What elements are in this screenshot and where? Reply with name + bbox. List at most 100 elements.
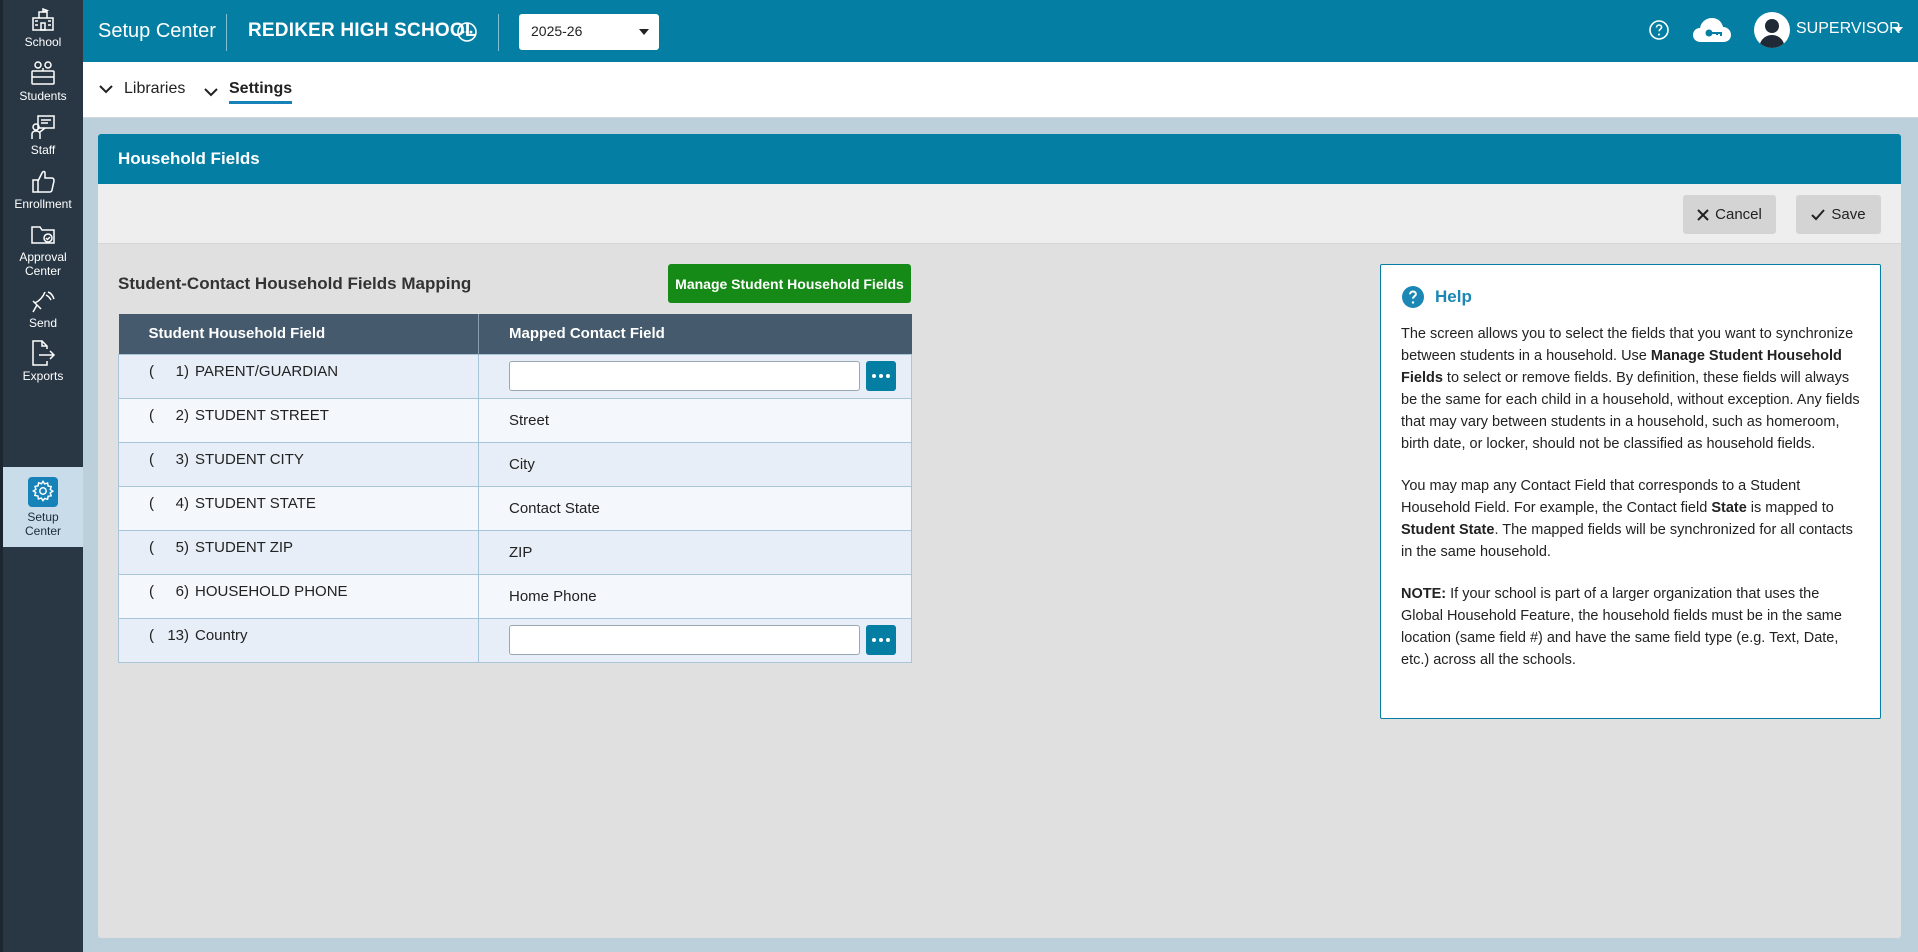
nav-label: Exports [22, 369, 64, 383]
help-paragraph-3: NOTE: If your school is part of a larger… [1401, 583, 1860, 671]
mapped-field-cell: Street [478, 397, 912, 443]
mapped-field-value: Home Phone [509, 587, 597, 605]
help-title: Help [1401, 285, 1860, 309]
field-name: PARENT/GUARDIAN [195, 362, 339, 380]
tab-settings[interactable]: Settings [203, 80, 293, 104]
nav-send[interactable]: Send [3, 287, 83, 330]
student-field-cell: (6) HOUSEHOLD PHONE [118, 573, 479, 619]
field-name: HOUSEHOLD PHONE [195, 582, 348, 600]
nav-label-line2: Center [24, 264, 62, 278]
household-fields-panel: Household Fields Cancel Save Student-Con… [98, 134, 1901, 938]
school-icon [32, 8, 54, 31]
field-number: 5) [175, 538, 189, 556]
field-number: 3) [175, 450, 189, 468]
mapped-field-value: Street [509, 411, 550, 429]
divider [226, 14, 227, 51]
nav-label-line2: Center [24, 524, 62, 538]
mapped-field-input[interactable] [509, 625, 860, 655]
field-paren: ( [149, 450, 154, 468]
tab-label: Libraries [124, 80, 186, 97]
student-field-cell: (13) Country [118, 617, 479, 663]
table-row: (13) Country [118, 617, 912, 663]
exports-icon [32, 340, 56, 366]
school-name[interactable]: REDIKER HIGH SCHOOL [248, 20, 477, 42]
mapped-field-input-group [509, 361, 911, 391]
table-row: (1) PARENT/GUARDIAN [118, 353, 912, 399]
lookup-button[interactable] [866, 625, 896, 655]
user-menu[interactable]: SUPERVISOR [1796, 20, 1901, 38]
nav-label: Enrollment [14, 197, 72, 211]
question-icon [1402, 286, 1424, 308]
nav-setup-center[interactable]: Setup Center [3, 467, 83, 547]
manage-household-fields-button[interactable]: Manage Student Household Fields [668, 264, 911, 303]
check-icon [1811, 208, 1826, 220]
help-icon[interactable] [1648, 19, 1670, 46]
field-number: 2) [175, 406, 189, 424]
help-text: is mapped to [1746, 500, 1834, 516]
caret-down-icon[interactable] [1893, 27, 1903, 33]
ellipsis-icon [872, 638, 890, 642]
field-name: STUDENT ZIP [195, 538, 294, 556]
nav-label: Students [19, 89, 67, 103]
table-row: (6) HOUSEHOLD PHONE Home Phone [118, 573, 912, 619]
toolbar: Cancel Save [98, 184, 1901, 244]
help-paragraph-1: The screen allows you to select the fiel… [1401, 323, 1860, 455]
nav-enrollment[interactable]: Enrollment [3, 168, 83, 211]
mapped-field-cell [478, 617, 912, 663]
save-button[interactable]: Save [1796, 195, 1881, 234]
nav-school[interactable]: School [3, 8, 83, 49]
sub-nav: Libraries Settings [83, 62, 1918, 118]
nav-label-line1: Setup [27, 510, 59, 524]
school-year-select[interactable]: 2025-26 [519, 14, 659, 50]
field-name: STUDENT CITY [195, 450, 304, 468]
tab-libraries[interactable]: Libraries [98, 80, 185, 98]
field-name: STUDENT STREET [195, 406, 329, 424]
cancel-button[interactable]: Cancel [1683, 195, 1776, 234]
enrollment-icon [32, 170, 55, 193]
nav-approval-center[interactable]: Approval Center [3, 221, 83, 278]
gear-icon-box [28, 477, 58, 507]
lookup-button[interactable] [866, 361, 896, 391]
help-paragraph-2: You may map any Contact Field that corre… [1401, 475, 1860, 563]
mapped-field-input-group [509, 625, 911, 655]
field-name: STUDENT STATE [195, 494, 316, 512]
nav-exports[interactable]: Exports [3, 340, 83, 383]
panel-title: Household Fields [98, 134, 1901, 184]
table-row: (3) STUDENT CITY City [118, 441, 912, 487]
caret-down-icon [639, 29, 649, 35]
table-row: (5) STUDENT ZIP ZIP [118, 529, 912, 575]
mapped-field-value: Contact State [509, 499, 600, 517]
help-text-bold: State [1711, 500, 1747, 516]
mapped-field-cell: City [478, 441, 912, 487]
field-paren: ( [149, 582, 154, 600]
save-label: Save [1831, 206, 1866, 223]
gear-icon [32, 479, 54, 502]
column-header-mapped-field: Mapped Contact Field [478, 314, 912, 354]
mapped-field-cell: Home Phone [478, 573, 912, 619]
field-paren: ( [149, 494, 154, 512]
nav-label: Staff [30, 143, 56, 157]
field-name: Country [195, 626, 248, 644]
nav-staff[interactable]: Staff [3, 114, 83, 157]
avatar[interactable] [1754, 12, 1790, 48]
help-title-text: Help [1435, 287, 1472, 306]
mapped-field-value: ZIP [509, 543, 533, 561]
mapping-table: Student Household Field Mapped Contact F… [118, 314, 912, 663]
student-field-cell: (3) STUDENT CITY [118, 441, 479, 487]
school-year-value: 2025-26 [531, 23, 583, 39]
mapped-field-input[interactable] [509, 361, 860, 391]
more-options-icon[interactable] [456, 21, 478, 48]
mapped-field-cell: Contact State [478, 485, 912, 531]
nav-students[interactable]: Students [3, 60, 83, 103]
top-bar: Setup Center REDIKER HIGH SCHOOL 2025-26… [83, 0, 1918, 62]
mapped-field-cell: ZIP [478, 529, 912, 575]
approval-center-icon [31, 226, 55, 244]
nav-label-line1: Approval [19, 250, 67, 264]
nav-label: School [24, 35, 62, 49]
chevron-down-icon [99, 85, 113, 94]
student-field-cell: (2) STUDENT STREET [118, 397, 479, 443]
field-paren: ( [149, 406, 154, 424]
chevron-down-icon [204, 88, 218, 97]
cloud-key-icon[interactable] [1691, 14, 1733, 51]
tab-label: Settings [229, 80, 293, 104]
